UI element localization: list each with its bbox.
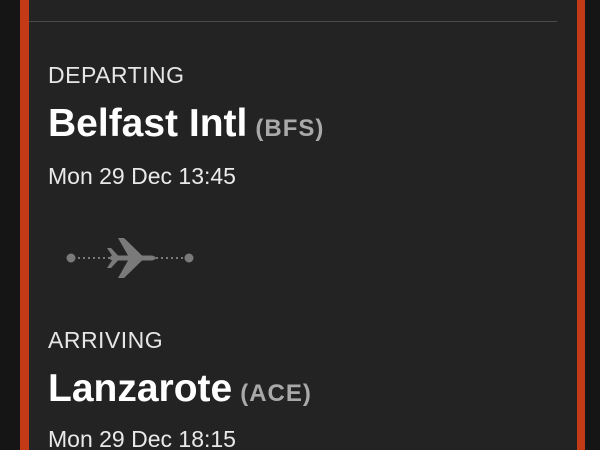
departing-label: DEPARTING bbox=[48, 62, 185, 88]
arrival-airport-name: Lanzarote bbox=[48, 367, 233, 410]
arrival-datetime: Mon 29 Dec 18:15 bbox=[48, 426, 236, 450]
plane-route-icon bbox=[66, 238, 194, 278]
arriving-label: ARRIVING bbox=[48, 327, 164, 353]
departure-airport-name: Belfast Intl bbox=[48, 102, 248, 145]
departure-datetime: Mon 29 Dec 13:45 bbox=[48, 163, 236, 189]
left-backdrop bbox=[0, 0, 20, 450]
right-accent-bar bbox=[577, 0, 585, 450]
right-backdrop bbox=[585, 0, 600, 450]
section-divider bbox=[29, 21, 557, 22]
plane-icon bbox=[107, 238, 156, 278]
departure-airport: Belfast Intl (BFS) bbox=[48, 102, 324, 146]
departure-airport-code: (BFS) bbox=[255, 115, 325, 142]
flight-details-screen: DEPARTING Belfast Intl (BFS) Mon 29 Dec 1… bbox=[0, 0, 600, 450]
left-accent-bar bbox=[20, 0, 29, 450]
route-destination-dot bbox=[184, 253, 194, 263]
arrival-airport: Lanzarote (ACE) bbox=[48, 367, 312, 411]
route-origin-dot bbox=[66, 253, 76, 263]
arrival-airport-code: (ACE) bbox=[240, 380, 312, 407]
